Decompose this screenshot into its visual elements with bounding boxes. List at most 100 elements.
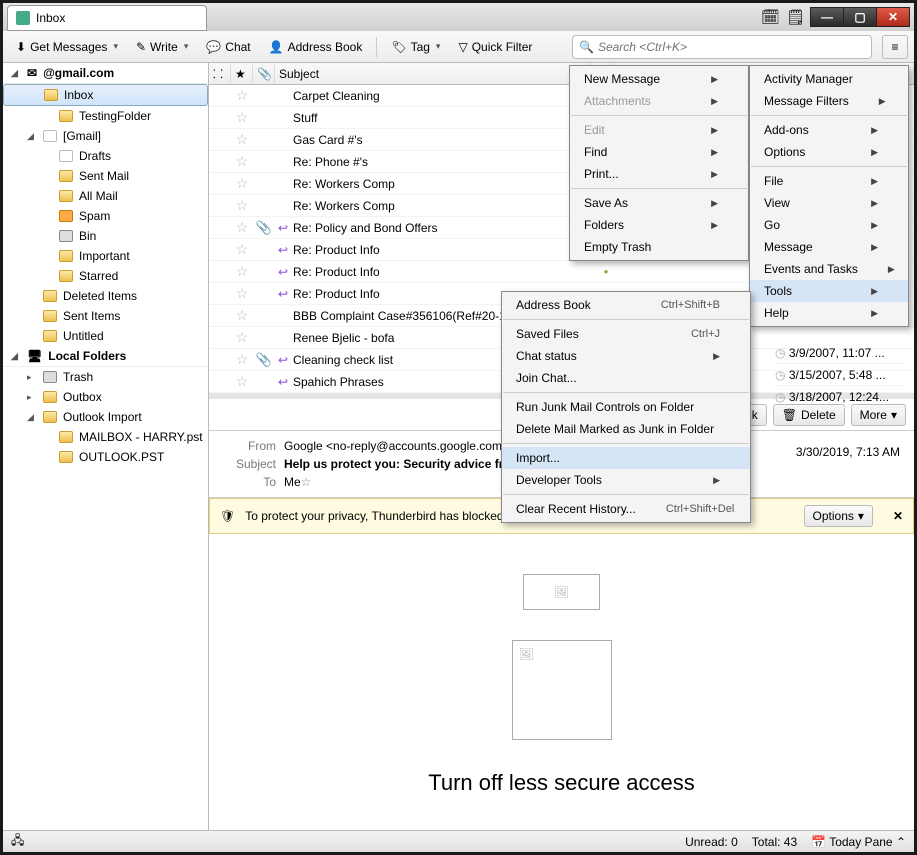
quick-filter-button[interactable]: ▽Quick Filter [451, 36, 539, 58]
tag-button[interactable]: 🏷Tag▾ [384, 36, 447, 58]
address-book-button[interactable]: 👤Address Book [262, 36, 370, 58]
menu-saved-files[interactable]: Saved FilesCtrl+J [502, 323, 750, 345]
folder-mailbox-harry-pst[interactable]: MAILBOX - HARRY.pst [3, 427, 208, 447]
write-button[interactable]: ✎Write▾ [129, 36, 195, 58]
menu-save-as[interactable]: Save As▶ [570, 192, 748, 214]
menu-events-and-tasks[interactable]: Events and Tasks▶ [750, 258, 908, 280]
star-icon[interactable]: ☆ [231, 109, 253, 126]
star-icon[interactable]: ☆ [231, 263, 253, 280]
chevron-right-icon: ▶ [711, 96, 718, 107]
menu-folders[interactable]: Folders▶ [570, 214, 748, 236]
folder-inbox[interactable]: Inbox [3, 84, 208, 106]
menu-message-filters[interactable]: Message Filters▶ [750, 90, 908, 112]
menu-join-chat-[interactable]: Join Chat... [502, 367, 750, 389]
calendar-icon[interactable]: 🗓 [761, 8, 780, 26]
subject-value: Help us protect you: Security advice fro… [284, 457, 534, 471]
folder-outbox[interactable]: ▸Outbox [3, 387, 208, 407]
tab-inbox[interactable]: Inbox [7, 5, 207, 31]
folder-outlook-import[interactable]: ◢Outlook Import [3, 407, 208, 427]
menu-chat-status[interactable]: Chat status▶ [502, 345, 750, 367]
menu-tools[interactable]: Tools▶ [750, 280, 908, 302]
message-body[interactable]: 🖼 🖼 Turn off less secure access [209, 534, 914, 830]
addressbook-icon: 👤 [269, 40, 284, 54]
online-icon[interactable]: 🖧 [11, 831, 24, 852]
app-menu-right[interactable]: Activity ManagerMessage Filters▶ Add-ons▶… [749, 65, 909, 327]
col-subject[interactable]: Subject [275, 63, 592, 84]
menu-print-[interactable]: Print...▶ [570, 163, 748, 185]
menu-developer-tools[interactable]: Developer Tools▶ [502, 469, 750, 491]
chevron-down-icon[interactable]: ▾ [184, 41, 189, 52]
app-menu-button[interactable]: ≡ [882, 35, 908, 59]
folder-trash[interactable]: ▸Trash [3, 367, 208, 387]
menu-go[interactable]: Go▶ [750, 214, 908, 236]
folder-bin[interactable]: Bin [3, 226, 208, 246]
tasks-icon[interactable]: 🗒 [786, 8, 805, 26]
menu-import-[interactable]: Import... [502, 447, 750, 469]
menu-message[interactable]: Message▶ [750, 236, 908, 258]
chevron-down-icon[interactable]: ▾ [113, 41, 118, 52]
menu-new-message[interactable]: New Message▶ [570, 68, 748, 90]
folder-sent-items[interactable]: Sent Items [3, 306, 208, 326]
menu-view[interactable]: View▶ [750, 192, 908, 214]
get-messages-button[interactable]: ⬇Get Messages▾ [9, 36, 125, 58]
tools-submenu[interactable]: Address BookCtrl+Shift+B Saved FilesCtrl+… [501, 291, 751, 523]
folder--gmail-[interactable]: ◢[Gmail] [3, 126, 208, 146]
search-box[interactable]: 🔍 [572, 35, 872, 59]
folder-outlook-pst[interactable]: OUTLOOK.PST [3, 447, 208, 467]
col-thread[interactable]: ⸬ [209, 63, 231, 84]
folder-starred[interactable]: Starred [3, 266, 208, 286]
chat-icon: 💬 [206, 40, 221, 54]
search-input[interactable] [598, 40, 865, 54]
close-button[interactable]: ✕ [876, 7, 910, 27]
folder-deleted-items[interactable]: Deleted Items [3, 286, 208, 306]
col-star[interactable]: ★ [231, 63, 253, 84]
app-menu-left[interactable]: New Message▶Attachments▶Edit▶Find▶Print.… [569, 65, 749, 261]
menu-options[interactable]: Options▶ [750, 141, 908, 163]
chevron-down-icon[interactable]: ▾ [436, 41, 441, 52]
star-icon[interactable]: ☆ [231, 197, 253, 214]
local-folders-header[interactable]: ◢🖥 Local Folders [3, 346, 208, 367]
col-attach[interactable]: 📎 [253, 63, 275, 84]
star-icon[interactable]: ☆ [231, 219, 253, 236]
star-icon[interactable]: ☆ [231, 329, 253, 346]
maximize-button[interactable]: ▢ [843, 7, 877, 27]
search-icon: 🔍 [579, 40, 594, 54]
folder-testingfolder[interactable]: TestingFolder [3, 106, 208, 126]
to-value[interactable]: Me☆ [284, 475, 311, 489]
chevron-right-icon: ▶ [871, 242, 878, 253]
menu-delete-mail-marked-as-junk-in-folder[interactable]: Delete Mail Marked as Junk in Folder [502, 418, 750, 440]
menu-add-ons[interactable]: Add-ons▶ [750, 119, 908, 141]
menu-help[interactable]: Help▶ [750, 302, 908, 324]
menu-clear-recent-history-[interactable]: Clear Recent History...Ctrl+Shift+Del [502, 498, 750, 520]
star-icon[interactable]: ☆ [231, 307, 253, 324]
notice-options-button[interactable]: Options▾ [804, 505, 873, 527]
menu-empty-trash[interactable]: Empty Trash [570, 236, 748, 258]
star-icon[interactable]: ☆ [231, 175, 253, 192]
minimize-button[interactable]: — [810, 7, 844, 27]
account-header[interactable]: ◢✉ @gmail.com [3, 63, 208, 84]
star-icon[interactable]: ☆ [231, 373, 253, 390]
folder-sent-mail[interactable]: Sent Mail [3, 166, 208, 186]
menu-address-book[interactable]: Address BookCtrl+Shift+B [502, 294, 750, 316]
folder-spam[interactable]: Spam [3, 206, 208, 226]
menu-run-junk-mail-controls-on-folder[interactable]: Run Junk Mail Controls on Folder [502, 396, 750, 418]
folder-all-mail[interactable]: All Mail [3, 186, 208, 206]
star-icon[interactable]: ☆ [231, 87, 253, 104]
close-icon[interactable]: ✕ [893, 509, 903, 523]
folder-untitled[interactable]: Untitled [3, 326, 208, 346]
star-icon[interactable]: ☆ [231, 285, 253, 302]
star-icon[interactable]: ☆ [231, 351, 253, 368]
chat-button[interactable]: 💬Chat [199, 36, 257, 58]
folder-important[interactable]: Important [3, 246, 208, 266]
star-icon[interactable]: ☆ [231, 131, 253, 148]
star-icon[interactable]: ☆ [231, 153, 253, 170]
today-pane-toggle[interactable]: 📅 Today Pane ⌃ [811, 835, 906, 849]
menu-activity-manager[interactable]: Activity Manager [750, 68, 908, 90]
menu-find[interactable]: Find▶ [570, 141, 748, 163]
folder-drafts[interactable]: Drafts [3, 146, 208, 166]
star-icon[interactable]: ☆ [231, 241, 253, 258]
menu-file[interactable]: File▶ [750, 170, 908, 192]
star-icon[interactable]: ☆ [301, 475, 312, 489]
from-value[interactable]: Google <no-reply@accounts.google.com> ☆ [284, 439, 523, 453]
reply-icon: ↩ [275, 353, 291, 367]
